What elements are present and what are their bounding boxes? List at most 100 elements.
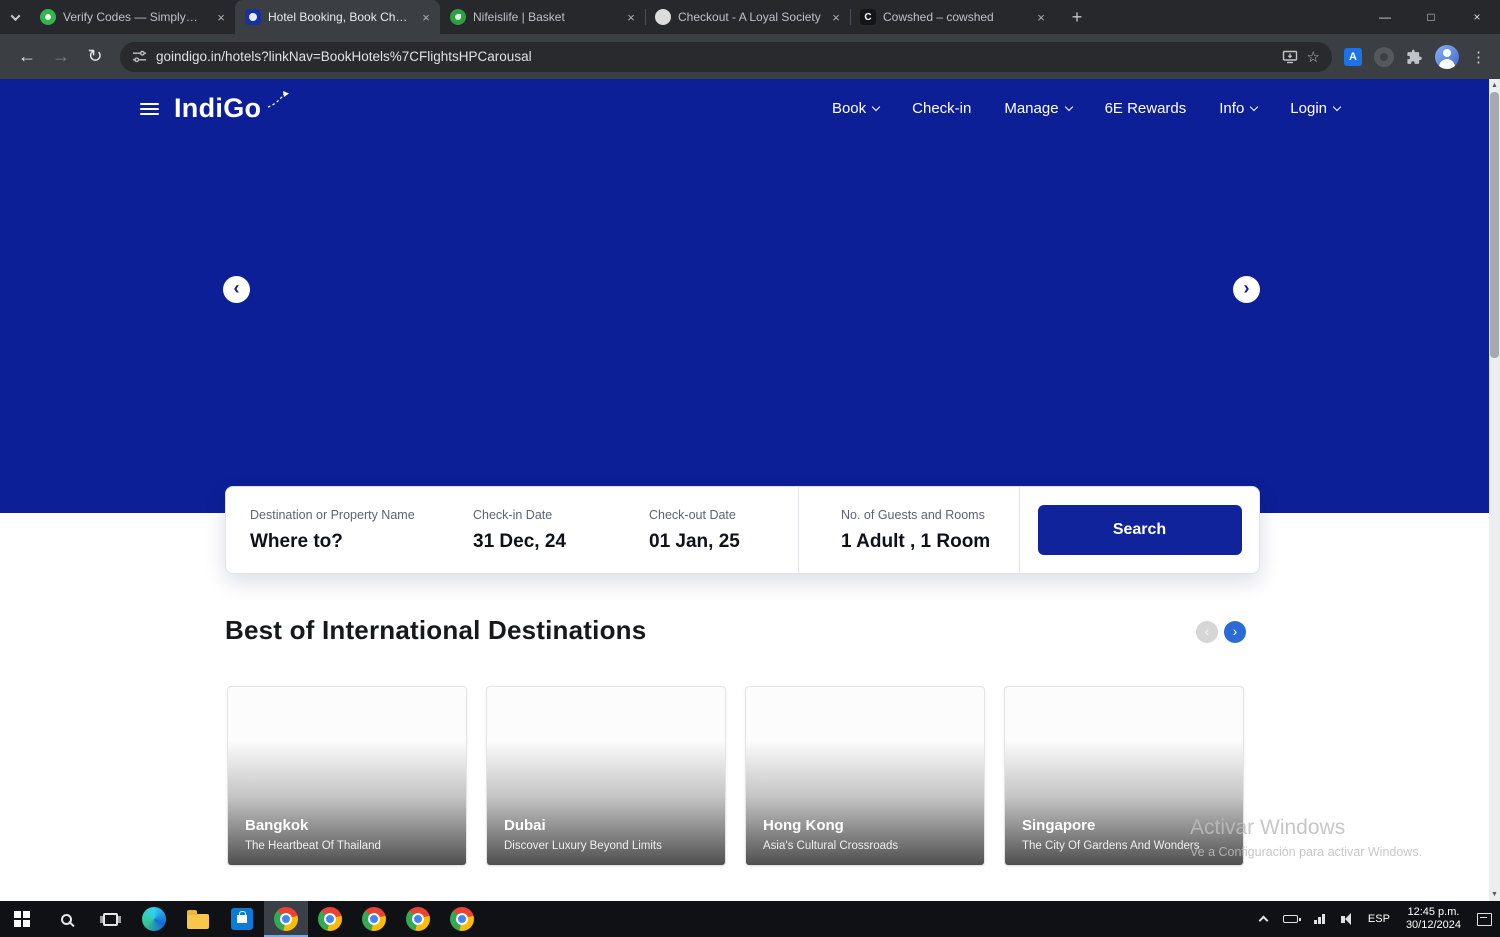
destinations-next-button[interactable]: › xyxy=(1224,621,1246,643)
task-view-button[interactable] xyxy=(88,901,132,937)
window-controls: — □ × xyxy=(1362,0,1500,34)
scrollbar-thumb[interactable] xyxy=(1490,92,1499,358)
browser-tab-simplycodes[interactable]: Verify Codes — SimplyCodes × xyxy=(30,0,235,34)
volume-icon xyxy=(1340,913,1351,925)
back-button[interactable]: ← xyxy=(10,40,44,74)
carousel-next-button[interactable]: › xyxy=(1233,276,1260,303)
nifeislife-favicon xyxy=(450,9,466,25)
battery-indicator[interactable] xyxy=(1275,901,1306,937)
windows-logo-icon xyxy=(13,910,31,928)
microsoft-store-button[interactable] xyxy=(220,901,264,937)
browser-tab-cowshed[interactable]: C Cowshed – cowshed × xyxy=(850,0,1055,34)
nav-item-login[interactable]: Login xyxy=(1290,100,1342,117)
tab-close-icon[interactable]: × xyxy=(623,9,639,25)
destination-field[interactable]: Destination or Property Name Where to? xyxy=(226,487,473,573)
language-indicator[interactable]: ESP xyxy=(1360,901,1398,937)
window-minimize-button[interactable]: — xyxy=(1362,0,1408,34)
clock-time: 12:45 p.m. xyxy=(1407,906,1460,918)
profile-avatar[interactable] xyxy=(1435,44,1459,69)
site-settings-tune-icon[interactable] xyxy=(132,49,147,64)
taskbar-clock[interactable]: 12:45 p.m. 30/12/2024 xyxy=(1398,906,1469,932)
file-explorer-button[interactable] xyxy=(176,901,220,937)
destinations-prev-button[interactable]: ‹ xyxy=(1196,621,1218,643)
address-bar[interactable]: goindigo.in/hotels?linkNav=BookHotels%7C… xyxy=(120,41,1332,72)
tab-close-icon[interactable]: × xyxy=(418,9,434,25)
page-viewport: IndiGo Book Check-in Manage 6E Rewards I… xyxy=(0,79,1500,901)
card-tagline: Asia's Cultural Crossroads xyxy=(763,840,899,852)
bookmark-star-icon[interactable]: ☆ xyxy=(1307,48,1320,66)
chevron-up-icon xyxy=(1258,915,1269,926)
destination-value: Where to? xyxy=(250,530,343,552)
nav-item-info[interactable]: Info xyxy=(1219,100,1259,117)
destination-label: Destination or Property Name xyxy=(250,507,415,522)
nav-item-checkin[interactable]: Check-in xyxy=(912,100,971,117)
chrome-taskbar-button-2[interactable] xyxy=(308,901,352,937)
guests-rooms-field[interactable]: No. of Guests and Rooms 1 Adult , 1 Room xyxy=(799,487,1019,573)
tab-search-button[interactable] xyxy=(0,0,30,34)
chrome-icon xyxy=(274,907,298,931)
destination-card-singapore[interactable]: Singapore The City Of Gardens And Wonder… xyxy=(1004,686,1244,866)
system-tray: ESP 12:45 p.m. 30/12/2024 xyxy=(1252,901,1500,937)
nav-label: Manage xyxy=(1004,100,1059,117)
nav-item-manage[interactable]: Manage xyxy=(1004,100,1073,117)
tab-title: Cowshed – cowshed xyxy=(883,10,994,24)
loyalsociety-favicon xyxy=(655,9,671,25)
carousel-prev-button[interactable]: ‹ xyxy=(223,276,250,303)
volume-indicator[interactable] xyxy=(1333,901,1360,937)
reload-button[interactable]: ↻ xyxy=(78,40,112,74)
card-city-name: Dubai xyxy=(504,817,546,834)
tab-close-icon[interactable]: × xyxy=(1033,9,1049,25)
clock-date: 30/12/2024 xyxy=(1405,919,1461,931)
browser-menu-icon[interactable]: ⋮ xyxy=(1471,48,1486,66)
toolbar-right-cluster: ⋮ xyxy=(1340,44,1490,69)
chrome-taskbar-button-3[interactable] xyxy=(352,901,396,937)
tab-close-icon[interactable]: × xyxy=(213,9,229,25)
window-close-button[interactable]: × xyxy=(1454,0,1500,34)
card-city-name: Hong Kong xyxy=(763,817,844,834)
action-center-button[interactable] xyxy=(1469,901,1500,937)
tab-close-icon[interactable]: × xyxy=(828,9,844,25)
guests-value: 1 Adult , 1 Room xyxy=(841,530,991,552)
nav-item-book[interactable]: Book xyxy=(832,100,881,117)
indigo-logo[interactable]: IndiGo xyxy=(174,91,291,124)
destinations-carousel-controls: ‹ › xyxy=(1196,621,1246,643)
nav-item-6e-rewards[interactable]: 6E Rewards xyxy=(1105,100,1187,117)
chrome-taskbar-button-active[interactable] xyxy=(264,901,308,937)
search-button[interactable]: Search xyxy=(1037,505,1242,555)
install-app-icon[interactable] xyxy=(1282,49,1298,65)
destination-card-dubai[interactable]: Dubai Discover Luxury Beyond Limits xyxy=(486,686,726,866)
browser-tab-hotel-booking[interactable]: Hotel Booking, Book Cheap, Bu × xyxy=(235,0,440,34)
destination-card-bangkok[interactable]: Bangkok The Heartbeat Of Thailand xyxy=(227,686,467,866)
browser-tab-nifeislife[interactable]: Nifeislife | Basket × xyxy=(440,0,645,34)
site-header: IndiGo Book Check-in Manage 6E Rewards I… xyxy=(140,91,1342,124)
scroll-down-arrow[interactable]: ▼ xyxy=(1489,888,1500,901)
main-navigation: Book Check-in Manage 6E Rewards Info Log… xyxy=(832,100,1342,117)
checkin-date-field[interactable]: Check-in Date 31 Dec, 24 xyxy=(473,487,649,573)
extension-icon[interactable] xyxy=(1374,46,1394,67)
new-tab-button[interactable]: + xyxy=(1063,3,1091,31)
chrome-taskbar-button-5[interactable] xyxy=(440,901,484,937)
translate-icon[interactable] xyxy=(1344,47,1362,66)
card-tagline: The City Of Gardens And Wonders xyxy=(1022,840,1200,852)
forward-button[interactable]: → xyxy=(44,40,78,74)
indigo-favicon xyxy=(245,9,261,25)
nav-label: 6E Rewards xyxy=(1104,100,1187,117)
chevron-down-icon xyxy=(10,10,20,21)
browser-tab-checkout[interactable]: Checkout - A Loyal Society × xyxy=(645,0,850,34)
extensions-puzzle-icon[interactable] xyxy=(1406,48,1423,65)
chevron-down-icon xyxy=(871,102,881,111)
destination-card-hong-kong[interactable]: Hong Kong Asia's Cultural Crossroads xyxy=(745,686,985,866)
battery-icon xyxy=(1283,915,1302,923)
start-button[interactable] xyxy=(0,901,44,937)
checkout-date-field[interactable]: Check-out Date 01 Jan, 25 xyxy=(649,487,798,573)
chrome-taskbar-button-4[interactable] xyxy=(396,901,440,937)
window-maximize-button[interactable]: □ xyxy=(1408,0,1454,34)
tab-title: Checkout - A Loyal Society xyxy=(678,10,821,24)
hamburger-menu-icon[interactable] xyxy=(140,100,159,118)
page-scrollbar[interactable]: ▲ ▼ xyxy=(1489,79,1500,901)
scroll-up-arrow[interactable]: ▲ xyxy=(1489,79,1500,92)
network-indicator[interactable] xyxy=(1306,901,1333,937)
taskbar-app-edge[interactable] xyxy=(132,901,176,937)
taskbar-search-button[interactable] xyxy=(44,901,88,937)
tray-expand-button[interactable] xyxy=(1252,901,1275,937)
